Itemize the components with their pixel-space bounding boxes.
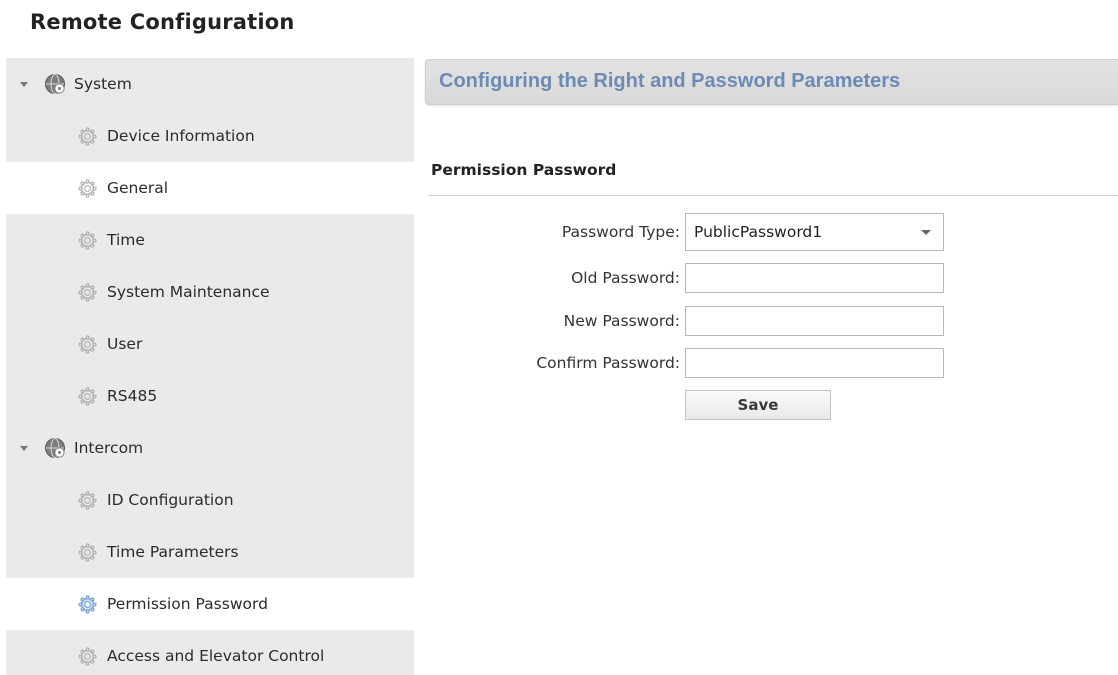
tree-item-permission-password[interactable]: Permission Password bbox=[6, 578, 414, 630]
old-password-label: Old Password: bbox=[571, 269, 680, 287]
tree-item-general[interactable]: General bbox=[6, 162, 414, 214]
old-password-row: Old Password: bbox=[440, 263, 960, 295]
sidebar-tree: System Device Information General Time S… bbox=[6, 58, 414, 675]
tree-group-label: Intercom bbox=[74, 439, 144, 457]
tree-item-id-configuration[interactable]: ID Configuration bbox=[6, 474, 414, 526]
gear-icon bbox=[78, 282, 97, 302]
new-password-label: New Password: bbox=[563, 312, 680, 330]
tree-item-access-and-elevator-control[interactable]: Access and Elevator Control bbox=[6, 630, 414, 675]
tree-item-time[interactable]: Time bbox=[6, 214, 414, 266]
new-password-row: New Password: bbox=[440, 306, 960, 338]
globe-icon bbox=[44, 437, 66, 459]
tree-item-label: User bbox=[107, 335, 143, 353]
dropdown-arrow-icon bbox=[921, 230, 931, 235]
section-title: Permission Password bbox=[431, 161, 617, 179]
tree-group-label: System bbox=[74, 75, 132, 93]
gear-icon bbox=[78, 646, 97, 666]
tree-item-label: Time Parameters bbox=[107, 543, 239, 561]
gear-icon bbox=[78, 178, 97, 198]
save-button[interactable]: Save bbox=[685, 390, 831, 420]
gear-icon bbox=[78, 334, 97, 354]
panel-header: Configuring the Right and Password Param… bbox=[425, 59, 1118, 105]
tree-group-system[interactable]: System bbox=[6, 58, 414, 110]
section-divider bbox=[429, 195, 1118, 196]
tree-item-label: Access and Elevator Control bbox=[107, 647, 325, 665]
tree-item-rs485[interactable]: RS485 bbox=[6, 370, 414, 422]
tree-item-label: RS485 bbox=[107, 387, 158, 405]
tree-item-label: ID Configuration bbox=[107, 491, 234, 509]
globe-icon bbox=[44, 73, 66, 95]
gear-icon bbox=[78, 490, 97, 510]
app-title: Remote Configuration bbox=[30, 10, 295, 34]
gear-icon bbox=[78, 542, 97, 562]
expand-arrow-icon[interactable] bbox=[20, 446, 28, 451]
password-type-label: Password Type: bbox=[561, 223, 680, 241]
tree-item-user[interactable]: User bbox=[6, 318, 414, 370]
tree-group-intercom[interactable]: Intercom bbox=[6, 422, 414, 474]
tree-item-time-parameters[interactable]: Time Parameters bbox=[6, 526, 414, 578]
tree-item-label: System Maintenance bbox=[107, 283, 270, 301]
new-password-input[interactable] bbox=[685, 306, 944, 336]
tree-item-system-maintenance[interactable]: System Maintenance bbox=[6, 266, 414, 318]
password-type-select[interactable]: PublicPassword1 bbox=[685, 213, 944, 251]
expand-arrow-icon[interactable] bbox=[20, 82, 28, 87]
gear-icon bbox=[78, 126, 97, 146]
old-password-input[interactable] bbox=[685, 263, 944, 293]
gear-icon bbox=[78, 386, 97, 406]
gear-icon bbox=[78, 230, 97, 250]
tree-item-label: Permission Password bbox=[107, 595, 268, 613]
tree-item-label: Device Information bbox=[107, 127, 255, 145]
gear-icon bbox=[78, 594, 97, 614]
tree-item-label: Time bbox=[107, 231, 145, 249]
password-type-row: Password Type: PublicPassword1 bbox=[440, 213, 960, 251]
tree-item-device-information[interactable]: Device Information bbox=[6, 110, 414, 162]
confirm-password-input[interactable] bbox=[685, 348, 944, 378]
panel-title: Configuring the Right and Password Param… bbox=[439, 70, 901, 92]
tree-item-label: General bbox=[107, 179, 169, 197]
confirm-password-label: Confirm Password: bbox=[536, 354, 680, 372]
confirm-password-row: Confirm Password: bbox=[440, 348, 960, 380]
password-type-value: PublicPassword1 bbox=[694, 223, 823, 241]
